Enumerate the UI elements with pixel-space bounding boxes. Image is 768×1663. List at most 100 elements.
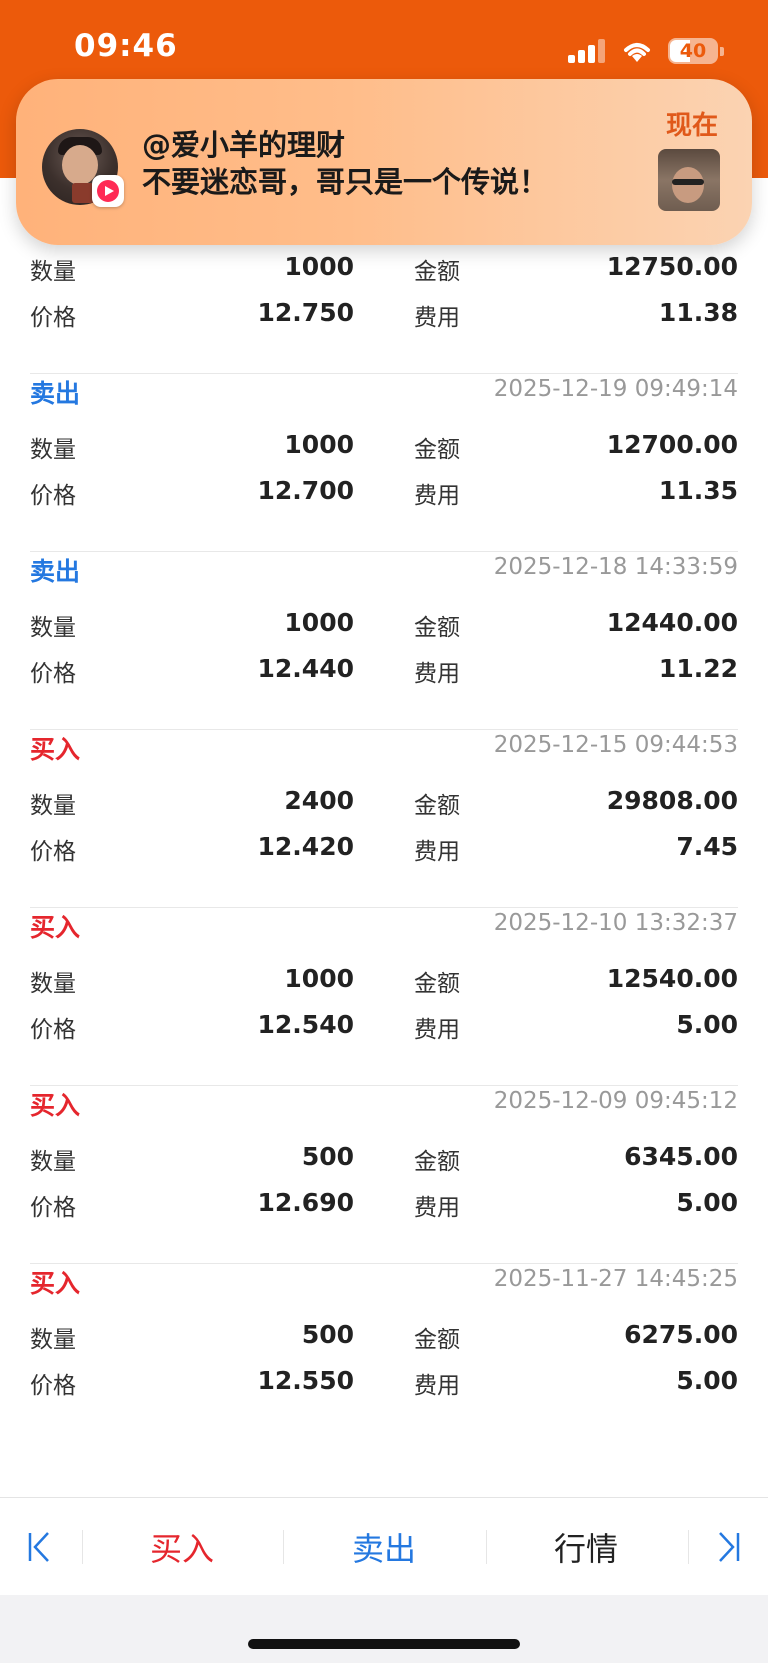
sell-button[interactable]: 卖出 — [284, 1498, 484, 1596]
trade-type: 买入 — [30, 735, 81, 764]
trade-type: 买入 — [30, 1091, 81, 1120]
battery-icon: 40 — [668, 38, 724, 64]
trade-time: 2025-12-19 09:49:14 — [493, 376, 738, 402]
trade-header[interactable]: 买入 2025-12-10 13:32:37 — [30, 908, 738, 948]
fee-label: 费用 — [414, 1017, 460, 1043]
cellular-signal-icon — [568, 39, 606, 63]
fee-label: 费用 — [414, 661, 460, 687]
last-page-icon — [719, 1532, 740, 1562]
quantity-value: 2400 — [284, 786, 354, 815]
fee-value: 5.00 — [676, 1366, 738, 1395]
amount-value: 12440.00 — [606, 608, 738, 637]
first-page-button[interactable] — [20, 1498, 60, 1596]
trade-row: 价格 12.420 费用 7.45 — [30, 832, 738, 876]
trade-type: 卖出 — [30, 557, 81, 586]
trade-type: 买入 — [30, 1269, 81, 1298]
amount-value: 6275.00 — [624, 1320, 738, 1349]
app-badge-icon — [92, 175, 124, 207]
fee-label: 费用 — [414, 1195, 460, 1221]
status-icons: 40 — [568, 34, 724, 68]
amount-label: 金额 — [414, 971, 460, 997]
price-label: 价格 — [30, 305, 76, 331]
trade-row: 数量 1000 金额 12540.00 — [30, 964, 738, 1008]
price-label: 价格 — [30, 1017, 76, 1043]
price-value: 12.420 — [257, 832, 354, 861]
price-label: 价格 — [30, 661, 76, 687]
price-label: 价格 — [30, 839, 76, 865]
buy-button[interactable]: 买入 — [82, 1498, 282, 1596]
trade-time: 2025-12-10 13:32:37 — [493, 910, 738, 936]
notification-thumbnail — [658, 149, 720, 211]
fee-value: 5.00 — [676, 1010, 738, 1039]
trade-time: 2025-12-18 14:33:59 — [493, 554, 738, 580]
amount-label: 金额 — [414, 1327, 460, 1353]
amount-value: 6345.00 — [624, 1142, 738, 1171]
wifi-icon — [624, 43, 650, 62]
trade-header[interactable]: 买入 2025-12-09 09:45:12 — [30, 1086, 738, 1126]
quantity-label: 数量 — [30, 793, 76, 819]
quantity-value: 1000 — [284, 430, 354, 459]
amount-value: 12700.00 — [606, 430, 738, 459]
quantity-value: 500 — [301, 1320, 354, 1349]
trade-time: 2025-12-15 09:44:53 — [493, 732, 738, 758]
clock: 09:46 — [74, 28, 178, 64]
trade-header[interactable]: 卖出 2025-12-19 09:49:14 — [30, 374, 738, 414]
last-page-button[interactable] — [708, 1498, 748, 1596]
quantity-label: 数量 — [30, 1149, 76, 1175]
fee-value: 7.45 — [676, 832, 738, 861]
trade-type: 买入 — [30, 913, 81, 942]
home-indicator[interactable] — [248, 1639, 520, 1649]
trade-row: 价格 12.440 费用 11.22 — [30, 654, 738, 698]
trade-row: 价格 12.550 费用 5.00 — [30, 1366, 738, 1410]
trade-row: 数量 1000 金额 12750.00 — [30, 252, 738, 296]
amount-value: 29808.00 — [606, 786, 738, 815]
trade-header[interactable]: 买入 2025-12-15 09:44:53 — [30, 730, 738, 770]
quantity-label: 数量 — [30, 437, 76, 463]
fee-label: 费用 — [414, 1373, 460, 1399]
fee-label: 费用 — [414, 839, 460, 865]
price-value: 12.540 — [257, 1010, 354, 1039]
fee-label: 费用 — [414, 305, 460, 331]
trade-row: 数量 2400 金额 29808.00 — [30, 786, 738, 830]
notification-time: 现在 — [665, 111, 718, 141]
trade-time: 2025-12-09 09:45:12 — [493, 1088, 738, 1114]
fee-value: 11.38 — [658, 298, 738, 327]
quantity-value: 1000 — [284, 252, 354, 281]
amount-label: 金额 — [414, 437, 460, 463]
fee-label: 费用 — [414, 483, 460, 509]
trade-row: 数量 500 金额 6275.00 — [30, 1320, 738, 1364]
trade-header[interactable]: 卖出 2025-12-18 14:33:59 — [30, 552, 738, 592]
quantity-label: 数量 — [30, 1327, 76, 1353]
bottom-toolbar: 买入 卖出 行情 — [0, 1497, 768, 1596]
first-page-icon — [28, 1532, 49, 1562]
trade-row: 价格 12.540 费用 5.00 — [30, 1010, 738, 1054]
trade-row: 数量 1000 金额 12440.00 — [30, 608, 738, 652]
fee-value: 11.22 — [658, 654, 738, 683]
price-label: 价格 — [30, 1195, 76, 1221]
notification-body: 不要迷恋哥，哥只是一个传说！ — [142, 165, 549, 199]
quantity-value: 1000 — [284, 608, 354, 637]
trade-header[interactable]: 买入 2025-11-27 14:45:25 — [30, 1264, 738, 1304]
amount-value: 12540.00 — [606, 964, 738, 993]
price-value: 12.700 — [257, 476, 354, 505]
trade-time: 2025-11-27 14:45:25 — [493, 1266, 738, 1292]
trade-row: 价格 12.690 费用 5.00 — [30, 1188, 738, 1232]
trade-row: 数量 1000 金额 12700.00 — [30, 430, 738, 474]
price-value: 12.690 — [257, 1188, 354, 1217]
fee-value: 11.35 — [658, 476, 738, 505]
notification-banner[interactable]: @爱小羊的理财 不要迷恋哥，哥只是一个传说！ 现在 — [16, 79, 752, 245]
notification-title: @爱小羊的理财 — [142, 128, 346, 162]
trade-row: 价格 12.700 费用 11.35 — [30, 476, 738, 520]
quantity-value: 500 — [301, 1142, 354, 1171]
quantity-label: 数量 — [30, 259, 76, 285]
home-indicator-area — [0, 1595, 768, 1663]
separator — [688, 1530, 689, 1564]
amount-label: 金额 — [414, 793, 460, 819]
amount-value: 12750.00 — [606, 252, 738, 281]
trade-row: 价格 12.750 费用 11.38 — [30, 298, 738, 342]
quantity-value: 1000 — [284, 964, 354, 993]
battery-level: 40 — [679, 40, 707, 62]
amount-label: 金额 — [414, 259, 460, 285]
quote-button[interactable]: 行情 — [486, 1498, 686, 1596]
quantity-label: 数量 — [30, 971, 76, 997]
